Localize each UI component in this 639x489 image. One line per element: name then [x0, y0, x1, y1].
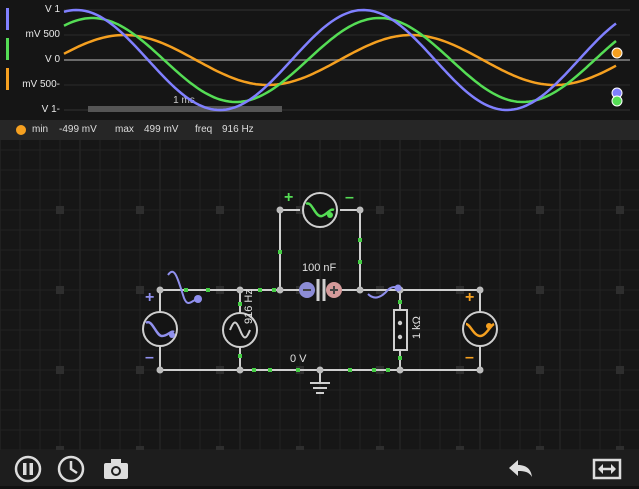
source-frequency-label: 916 Hz	[243, 289, 255, 324]
pause-icon	[14, 455, 42, 483]
right-voltmeter-minus: –	[465, 349, 474, 366]
min-label: min	[32, 124, 49, 135]
scope-time-bar[interactable]	[88, 106, 282, 112]
circuit-canvas[interactable]: + – + – + – 100 nF 0 V 916 Hz 1 kΩ	[0, 140, 639, 450]
top-voltmeter[interactable]	[302, 192, 338, 228]
top-voltmeter-plus: +	[284, 189, 294, 206]
current-dots	[184, 238, 402, 372]
capacitor-trace-marker	[611, 95, 623, 107]
output-trace-marker	[611, 47, 623, 59]
scope-plot: 1 ms	[63, 8, 630, 112]
screenshot-button[interactable]	[101, 454, 131, 484]
pause-button[interactable]	[13, 454, 43, 484]
max-label: max	[115, 124, 134, 135]
measurement-bar: min -499 mV max 499 mV freq 916 Hz	[0, 120, 639, 140]
bottom-toolbar	[0, 450, 639, 486]
min-value: -499 mV	[59, 124, 97, 135]
capacitor-trace-legend	[6, 38, 9, 60]
fit-view-button[interactable]	[592, 454, 622, 484]
ground-label: 0 V	[290, 353, 307, 365]
top-voltmeter-minus: –	[345, 189, 354, 206]
max-value: 499 mV	[144, 124, 179, 135]
left-voltmeter-plus: +	[145, 289, 155, 306]
input-probe-marker	[194, 295, 202, 303]
speed-button[interactable]	[56, 454, 86, 484]
freq-label: freq	[195, 124, 213, 135]
undo-icon	[509, 460, 532, 477]
oscilloscope-panel: 1 ms 1 V 500 mV 0 V -500 mV -1 V	[0, 0, 639, 120]
right-voltmeter-plus: +	[465, 289, 475, 306]
y-label-500mv: 500 mV	[25, 29, 60, 40]
resistor-label: 1 kΩ	[411, 316, 423, 339]
undo-button[interactable]	[505, 454, 535, 484]
input-probe-wave	[167, 270, 197, 305]
resistor[interactable]	[393, 309, 408, 351]
left-voltmeter-minus: –	[145, 349, 154, 366]
freq-value: 916 Hz	[222, 124, 254, 135]
input-trace-legend	[6, 8, 9, 30]
left-voltmeter[interactable]	[142, 311, 178, 347]
output-probe-marker	[394, 284, 402, 292]
y-label-neg1v: -1 V	[41, 104, 60, 115]
y-label-1v: 1 V	[44, 4, 60, 15]
fit-icon	[592, 458, 622, 480]
y-label-0v: 0 V	[44, 54, 60, 65]
y-label-neg500mv: -500 mV	[22, 79, 60, 90]
clock-icon	[57, 455, 85, 483]
right-voltmeter[interactable]	[462, 311, 498, 347]
measurement-color-dot	[16, 125, 26, 135]
output-trace-legend	[6, 68, 9, 90]
camera-icon	[104, 459, 128, 479]
capacitor-label: 100 nF	[302, 262, 337, 274]
